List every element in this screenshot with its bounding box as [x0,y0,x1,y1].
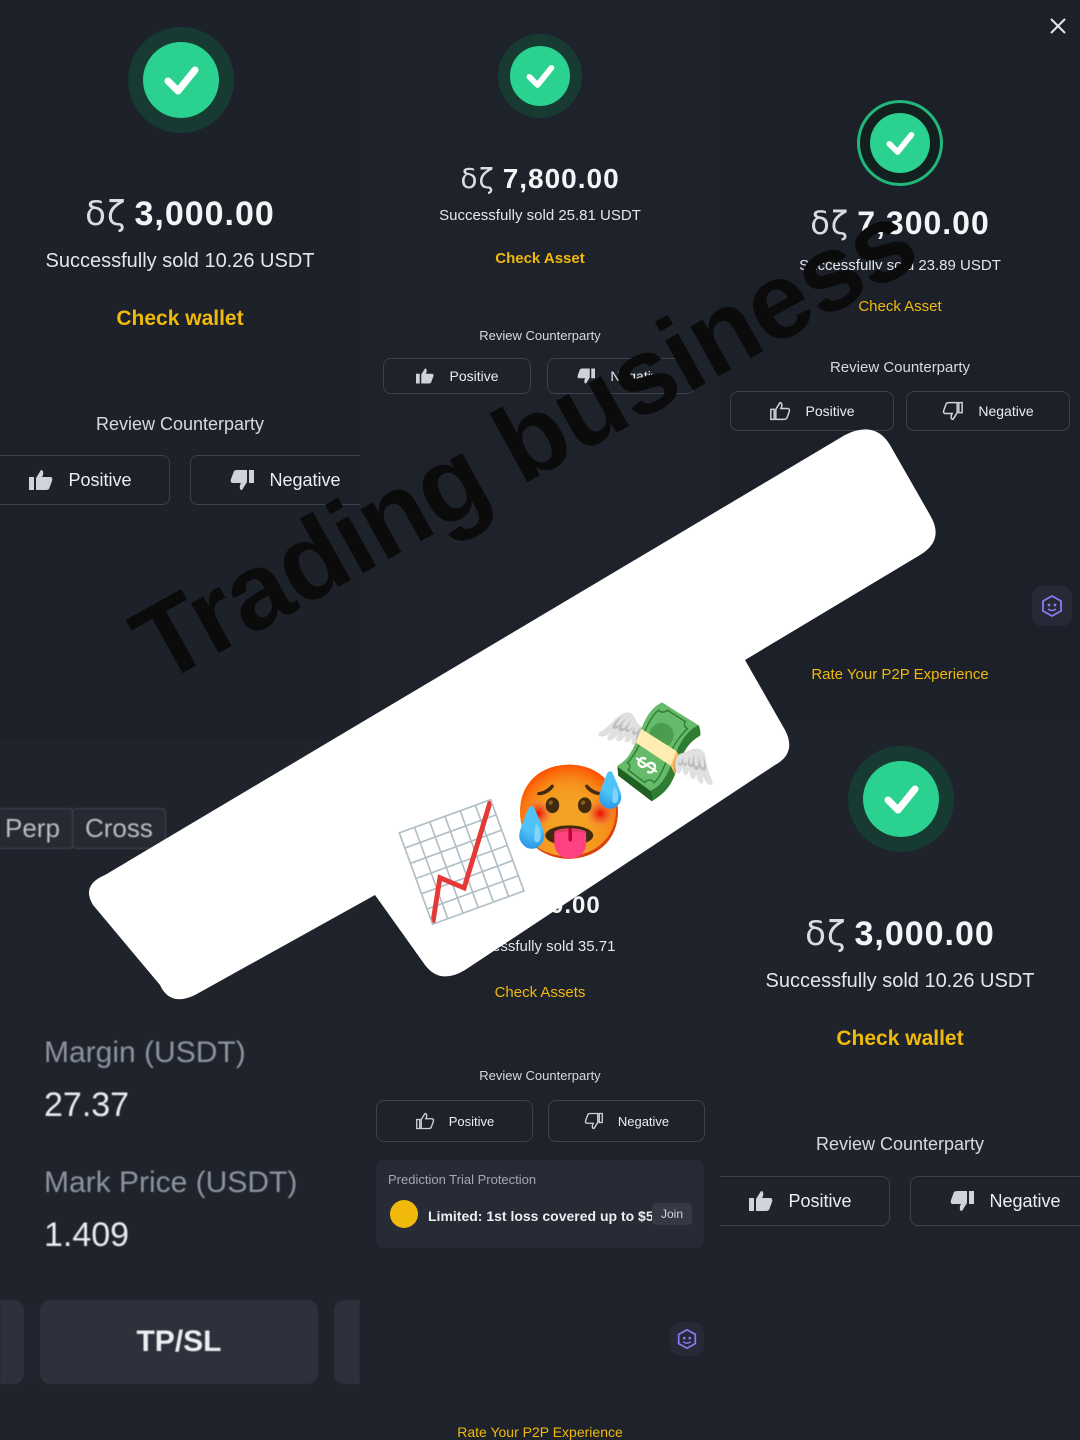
thumbs-down-icon [584,1112,603,1130]
protection-title: Prediction Trial Protection [388,1172,537,1187]
thumbs-up-icon [415,1112,434,1130]
success-check-icon [498,34,582,118]
currency-icon: δζ [460,162,495,195]
mark-price-value: 1.409 [44,1216,130,1254]
thumbs-up-icon [749,1191,773,1211]
thumbs-down-icon [943,401,964,421]
globe-icon [390,1200,418,1228]
left-action-button[interactable] [0,1300,24,1384]
margin-label: Margin (USDT) [44,1036,246,1069]
amount: δζ 7,800.00 [460,162,620,195]
check-wallet-link[interactable]: Check wallet [720,1027,1080,1051]
review-counterparty-label: Review Counterparty [815,1134,985,1154]
right-action-button[interactable] [334,1300,360,1384]
close-icon[interactable] [1046,14,1070,38]
success-check-icon [857,100,943,186]
rate-p2p-experience-link[interactable]: Rate Your P2P Experience [360,1424,720,1440]
success-check-icon [128,27,234,133]
currency-icon: δζ [85,194,127,234]
check-wallet-link[interactable]: Check wallet [0,307,360,331]
join-button[interactable]: Join [651,1203,692,1225]
amount: δζ 3,000.00 [85,194,275,234]
thumbs-down-icon [951,1191,975,1211]
sold-text: Successfully sold 10.26 USDT [45,250,315,272]
assistant-robot-icon[interactable] [1032,586,1072,626]
prediction-protection-card: Prediction Trial Protection Limited: 1st… [376,1160,704,1248]
negative-button[interactable]: Negative [548,1100,705,1142]
check-asset-link[interactable]: Check Asset [360,250,720,267]
margin-value: 27.37 [44,1086,130,1124]
assistant-robot-icon[interactable] [670,1322,704,1356]
review-counterparty-label: Review Counterparty [479,1068,601,1083]
thumbs-up-icon [29,470,53,490]
positive-button[interactable]: Positive [376,1100,533,1142]
tpsl-button[interactable]: TP/SL [40,1300,318,1384]
mark-price-label: Mark Price (USDT) [44,1166,298,1199]
thumbs-up-icon [416,368,434,384]
protection-text: Limited: 1st loss covered up to $5 [428,1208,654,1224]
sold-text: Successfully sold 25.81 USDT [439,207,641,224]
perp-chip[interactable]: Perp [0,808,73,849]
negative-button[interactable]: Negative [910,1176,1080,1226]
positive-button[interactable]: Positive [720,1176,890,1226]
